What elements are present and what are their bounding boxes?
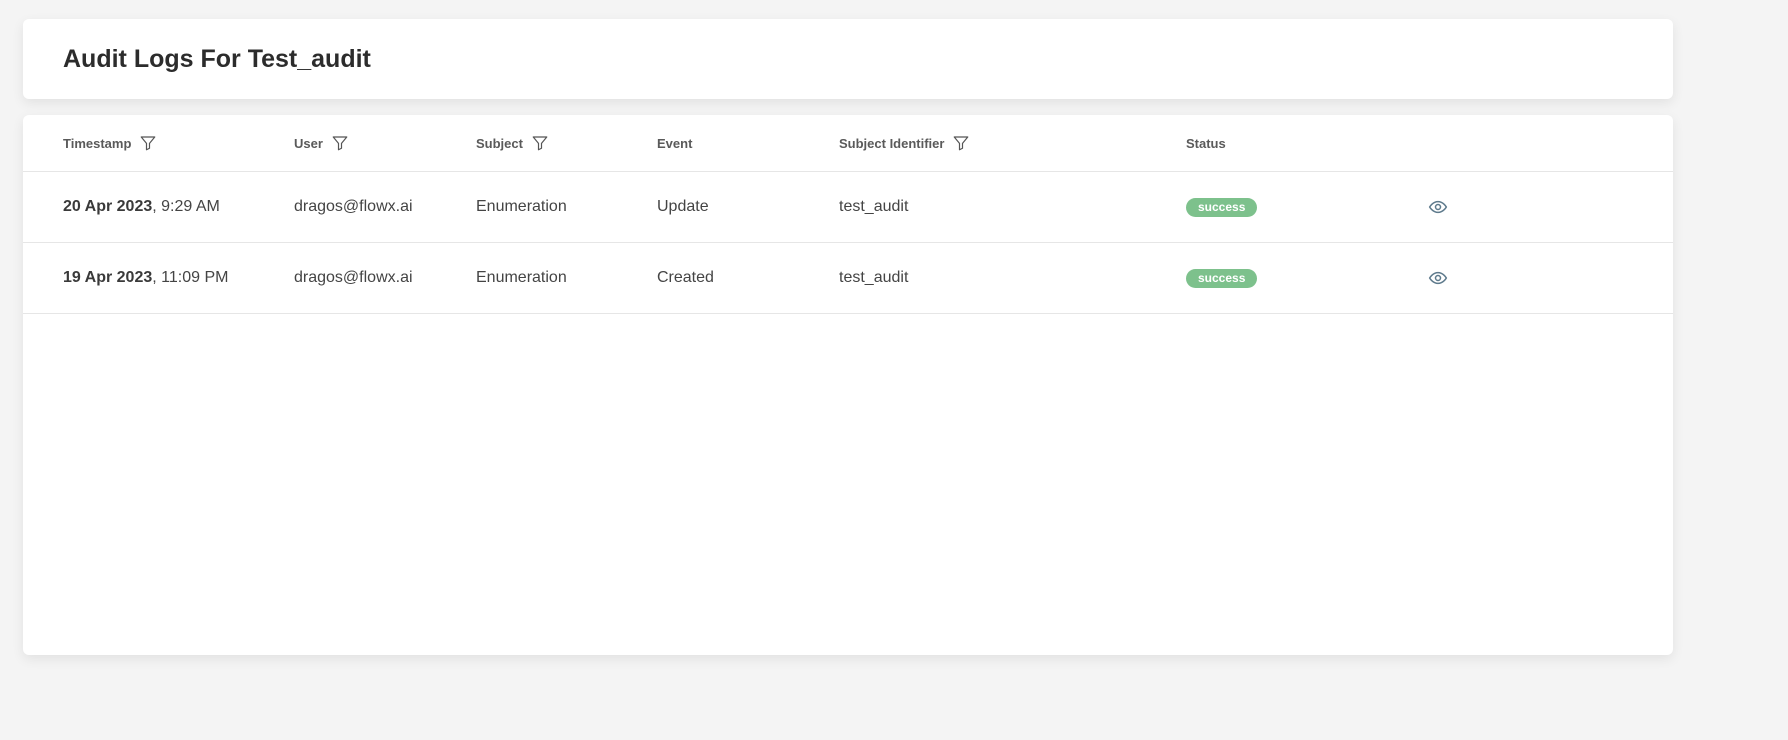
status-cell: success [1186,172,1258,242]
status-badge: success [1186,197,1258,217]
table-row[interactable]: 19 Apr 2023, 11:09 PM dragos@flowx.ai En… [23,243,1673,314]
column-header-label: Event [657,135,693,151]
eye-icon [1428,200,1448,214]
column-header-label: Subject Identifier [839,135,945,151]
column-header-user: User [294,115,349,171]
subject-cell: Enumeration [476,269,567,286]
audit-log-table: Timestamp User Subject Event Subject Ide… [23,115,1673,655]
timestamp-cell: 19 Apr 2023, 11:09 PM [63,243,228,313]
column-header-subject-identifier: Subject Identifier [839,115,970,171]
timestamp-cell: 20 Apr 2023, 9:29 AM [63,172,220,242]
view-details-button[interactable] [1426,195,1450,219]
status-cell: success [1186,243,1258,313]
timestamp-time: , 9:29 AM [152,198,220,215]
user-cell: dragos@flowx.ai [294,269,413,286]
column-header-subject: Subject [476,115,549,171]
column-header-timestamp: Timestamp [63,115,157,171]
event-cell: Update [657,198,709,215]
status-badge: success [1186,268,1258,288]
column-header-event: Event [657,115,692,171]
action-cell [1426,172,1450,242]
page-title: Audit Logs For Test_audit [63,44,371,73]
filter-icon[interactable] [952,134,970,152]
page-header: Audit Logs For Test_audit [23,19,1673,99]
event-cell: Created [657,269,714,286]
subject-identifier-cell: test_audit [839,198,909,215]
filter-icon[interactable] [331,134,349,152]
column-header-label: Timestamp [63,135,132,151]
table-header-row: Timestamp User Subject Event Subject Ide… [23,115,1673,172]
view-details-button[interactable] [1426,266,1450,290]
timestamp-date: 20 Apr 2023 [63,198,153,215]
subject-cell: Enumeration [476,198,567,215]
timestamp-time: , 11:09 PM [152,269,229,286]
subject-identifier-cell: test_audit [839,269,909,286]
column-header-label: Status [1186,135,1226,151]
filter-icon[interactable] [139,134,157,152]
eye-icon [1428,271,1448,285]
filter-icon[interactable] [531,134,549,152]
column-header-status: Status [1186,115,1226,171]
table-row[interactable]: 20 Apr 2023, 9:29 AM dragos@flowx.ai Enu… [23,172,1673,243]
column-header-label: Subject [476,135,523,151]
column-header-label: User [294,135,323,151]
user-cell: dragos@flowx.ai [294,198,413,215]
timestamp-date: 19 Apr 2023 [63,269,153,286]
action-cell [1426,243,1450,313]
